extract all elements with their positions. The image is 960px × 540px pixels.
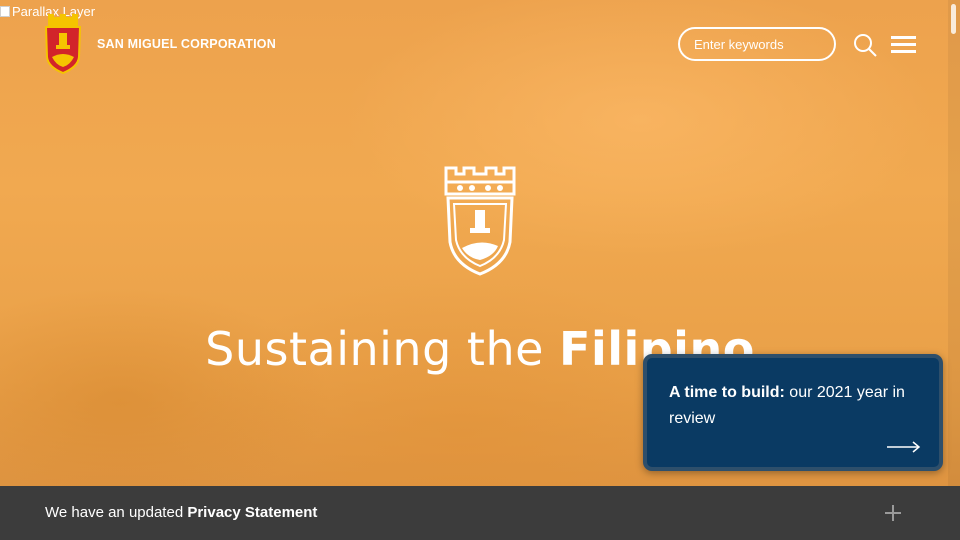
scrollbar[interactable] [948,0,960,486]
privacy-banner[interactable]: We have an updated Privacy Statement [0,486,960,540]
promo-text: A time to build: our 2021 year in review [669,380,919,432]
scrollbar-thumb[interactable] [951,4,956,34]
crest-logo-icon [44,14,82,75]
search-input[interactable] [678,27,836,61]
hamburger-menu-icon[interactable] [891,36,916,54]
arrow-right-icon[interactable] [887,440,921,458]
privacy-prefix: We have an updated [45,504,188,521]
search-icon[interactable] [853,33,877,62]
crest-emblem [440,160,520,283]
privacy-text: We have an updated Privacy Statement [45,504,317,521]
plus-icon[interactable] [885,505,901,526]
privacy-link[interactable]: Privacy Statement [187,504,317,521]
year-in-review-card[interactable]: A time to build: our 2021 year in review [643,354,943,471]
brand-name[interactable]: SAN MIGUEL CORPORATION [97,37,276,51]
crest-emblem-icon [444,166,516,276]
san-miguel-logo[interactable] [42,13,84,80]
promo-bold: A time to build: [669,384,785,401]
broken-image-icon [0,6,10,17]
headline-regular: Sustaining the [205,322,560,376]
